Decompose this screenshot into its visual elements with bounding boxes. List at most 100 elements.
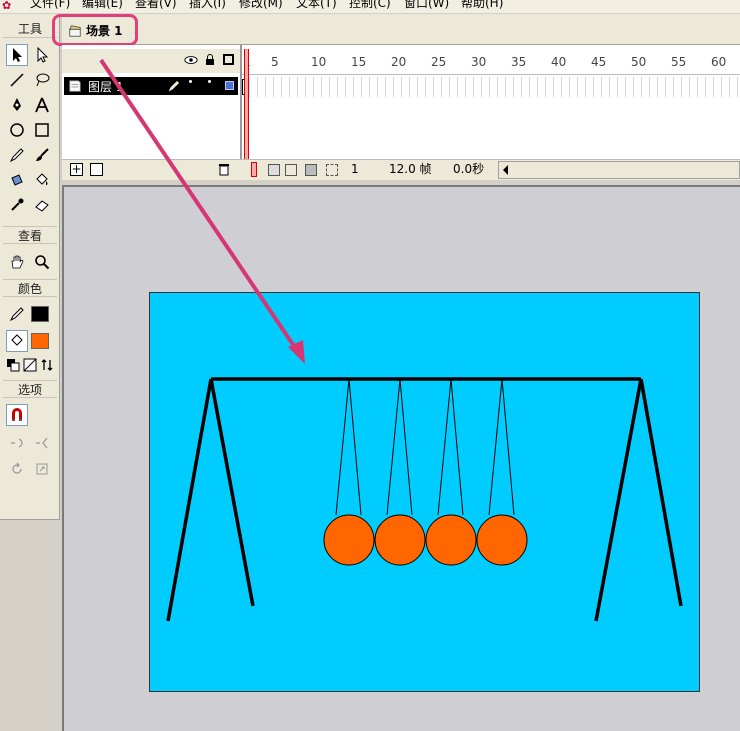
ball-4 bbox=[476, 514, 528, 566]
frame-track[interactable] bbox=[242, 77, 740, 97]
oval-tool[interactable] bbox=[6, 119, 28, 141]
snap-to-objects-button[interactable] bbox=[6, 404, 28, 426]
frame-number: 20 bbox=[391, 55, 407, 69]
pen-tool[interactable] bbox=[6, 94, 28, 116]
pendulum-strings bbox=[335, 378, 515, 516]
smooth-icon bbox=[11, 438, 23, 448]
ink-bottle-icon bbox=[11, 174, 23, 186]
scroll-left-icon[interactable] bbox=[503, 165, 508, 175]
default-colors-button[interactable] bbox=[4, 356, 22, 374]
stage[interactable] bbox=[149, 292, 700, 692]
tools-panel-title: 工具 bbox=[3, 20, 57, 38]
text-tool[interactable] bbox=[31, 94, 53, 116]
layer-icon bbox=[69, 80, 81, 92]
menu-insert[interactable]: 插入(I) bbox=[189, 0, 226, 10]
string-4a bbox=[488, 378, 503, 516]
add-guide-layer-icon[interactable] bbox=[90, 163, 103, 176]
menu-file[interactable]: 文件(F) bbox=[30, 0, 70, 10]
no-color-icon bbox=[23, 358, 37, 372]
stroke-color-swatch[interactable] bbox=[29, 303, 51, 325]
scale-button[interactable] bbox=[31, 458, 53, 480]
edit-multiple-frames-icon[interactable] bbox=[305, 164, 317, 176]
text-icon bbox=[35, 97, 49, 113]
menu-help[interactable]: 帮助(H) bbox=[461, 0, 503, 10]
visibility-dot[interactable] bbox=[189, 80, 192, 83]
lasso-icon bbox=[36, 73, 50, 87]
line-tool[interactable] bbox=[6, 69, 28, 91]
subselect-tool[interactable] bbox=[31, 44, 53, 66]
menu-control[interactable]: 控制(C) bbox=[349, 0, 391, 10]
frames-area[interactable]: 151015202530354045505560 bbox=[242, 49, 740, 159]
straighten-button[interactable] bbox=[31, 431, 53, 453]
string-2a bbox=[386, 378, 401, 516]
frame-lines bbox=[166, 377, 683, 622]
right-leg-outer bbox=[639, 378, 683, 607]
hand-tool[interactable] bbox=[6, 251, 28, 273]
eraser-tool[interactable] bbox=[31, 194, 53, 216]
menu-edit[interactable]: 编辑(E) bbox=[82, 0, 123, 10]
onion-skin-icon[interactable] bbox=[268, 164, 280, 176]
lock-dot[interactable] bbox=[208, 80, 211, 83]
frame-number: 40 bbox=[551, 55, 567, 69]
eraser-icon bbox=[35, 200, 49, 212]
frame-number: 35 bbox=[511, 55, 527, 69]
menu-modify[interactable]: 修改(M) bbox=[239, 0, 283, 10]
magnet-icon bbox=[12, 408, 22, 421]
elapsed-time: 0.0秒 bbox=[453, 162, 485, 176]
menu-window[interactable]: 窗口(W) bbox=[404, 0, 449, 10]
left-leg-outer bbox=[166, 378, 213, 622]
menu-view[interactable]: 查看(V) bbox=[135, 0, 177, 10]
playhead[interactable] bbox=[244, 49, 249, 159]
outline-color-swatch[interactable] bbox=[225, 81, 234, 90]
string-3b bbox=[450, 378, 464, 516]
fill-color-swatch[interactable] bbox=[29, 330, 51, 352]
no-color-button[interactable] bbox=[21, 356, 39, 374]
eye-icon[interactable] bbox=[184, 54, 198, 66]
center-frame-icon[interactable] bbox=[251, 162, 257, 177]
layer-row[interactable]: 图层 1 bbox=[64, 77, 238, 95]
string-1a bbox=[335, 378, 350, 516]
fill-color-label bbox=[6, 330, 28, 352]
pencil-icon bbox=[168, 80, 180, 92]
string-3a bbox=[437, 378, 452, 516]
right-leg-inner bbox=[594, 378, 643, 622]
outline-icon[interactable] bbox=[223, 54, 234, 65]
rotate-button[interactable] bbox=[6, 458, 28, 480]
swap-icon bbox=[41, 359, 53, 371]
scene-highlight-annotation bbox=[52, 14, 138, 46]
rotate-icon bbox=[12, 462, 22, 474]
rectangle-tool[interactable] bbox=[31, 119, 53, 141]
pendulum-balls bbox=[323, 514, 528, 566]
menu-bar: ✿ 文件(F) 编辑(E) 查看(V) 插入(I) 修改(M) 文本(T) 控制… bbox=[0, 0, 740, 13]
frame-number: 25 bbox=[431, 55, 447, 69]
timeline-scrollbar[interactable] bbox=[498, 161, 740, 179]
frame-number: 5 bbox=[271, 55, 279, 69]
add-layer-icon[interactable]: + bbox=[70, 163, 83, 176]
paint-bucket-tool[interactable] bbox=[31, 169, 53, 191]
string-4b bbox=[501, 378, 515, 516]
smooth-button[interactable] bbox=[6, 431, 28, 453]
timeline-divider[interactable] bbox=[240, 45, 242, 159]
menu-text[interactable]: 文本(T) bbox=[296, 0, 337, 10]
frame-number: 10 bbox=[311, 55, 327, 69]
lasso-tool[interactable] bbox=[31, 69, 53, 91]
scene-bar: 场景 1 bbox=[62, 14, 740, 45]
lock-icon[interactable] bbox=[205, 53, 215, 66]
ink-bottle-tool[interactable] bbox=[6, 169, 28, 191]
swap-colors-button[interactable] bbox=[38, 356, 56, 374]
ball-3 bbox=[425, 514, 477, 566]
brush-tool[interactable] bbox=[31, 144, 53, 166]
dropper-tool[interactable] bbox=[6, 194, 28, 216]
modify-onion-markers-icon[interactable] bbox=[326, 164, 338, 176]
zoom-tool[interactable] bbox=[31, 251, 53, 273]
onion-skin-outlines-icon[interactable] bbox=[285, 164, 297, 176]
arrow-tool[interactable] bbox=[6, 44, 28, 66]
frame-number: 45 bbox=[591, 55, 607, 69]
trash-icon[interactable] bbox=[218, 163, 230, 176]
app-icon: ✿ bbox=[2, 0, 12, 12]
pen-icon bbox=[13, 98, 21, 111]
oval-icon bbox=[10, 123, 24, 137]
layer-header bbox=[62, 49, 240, 73]
hand-icon bbox=[11, 255, 24, 269]
pencil-tool[interactable] bbox=[6, 144, 28, 166]
